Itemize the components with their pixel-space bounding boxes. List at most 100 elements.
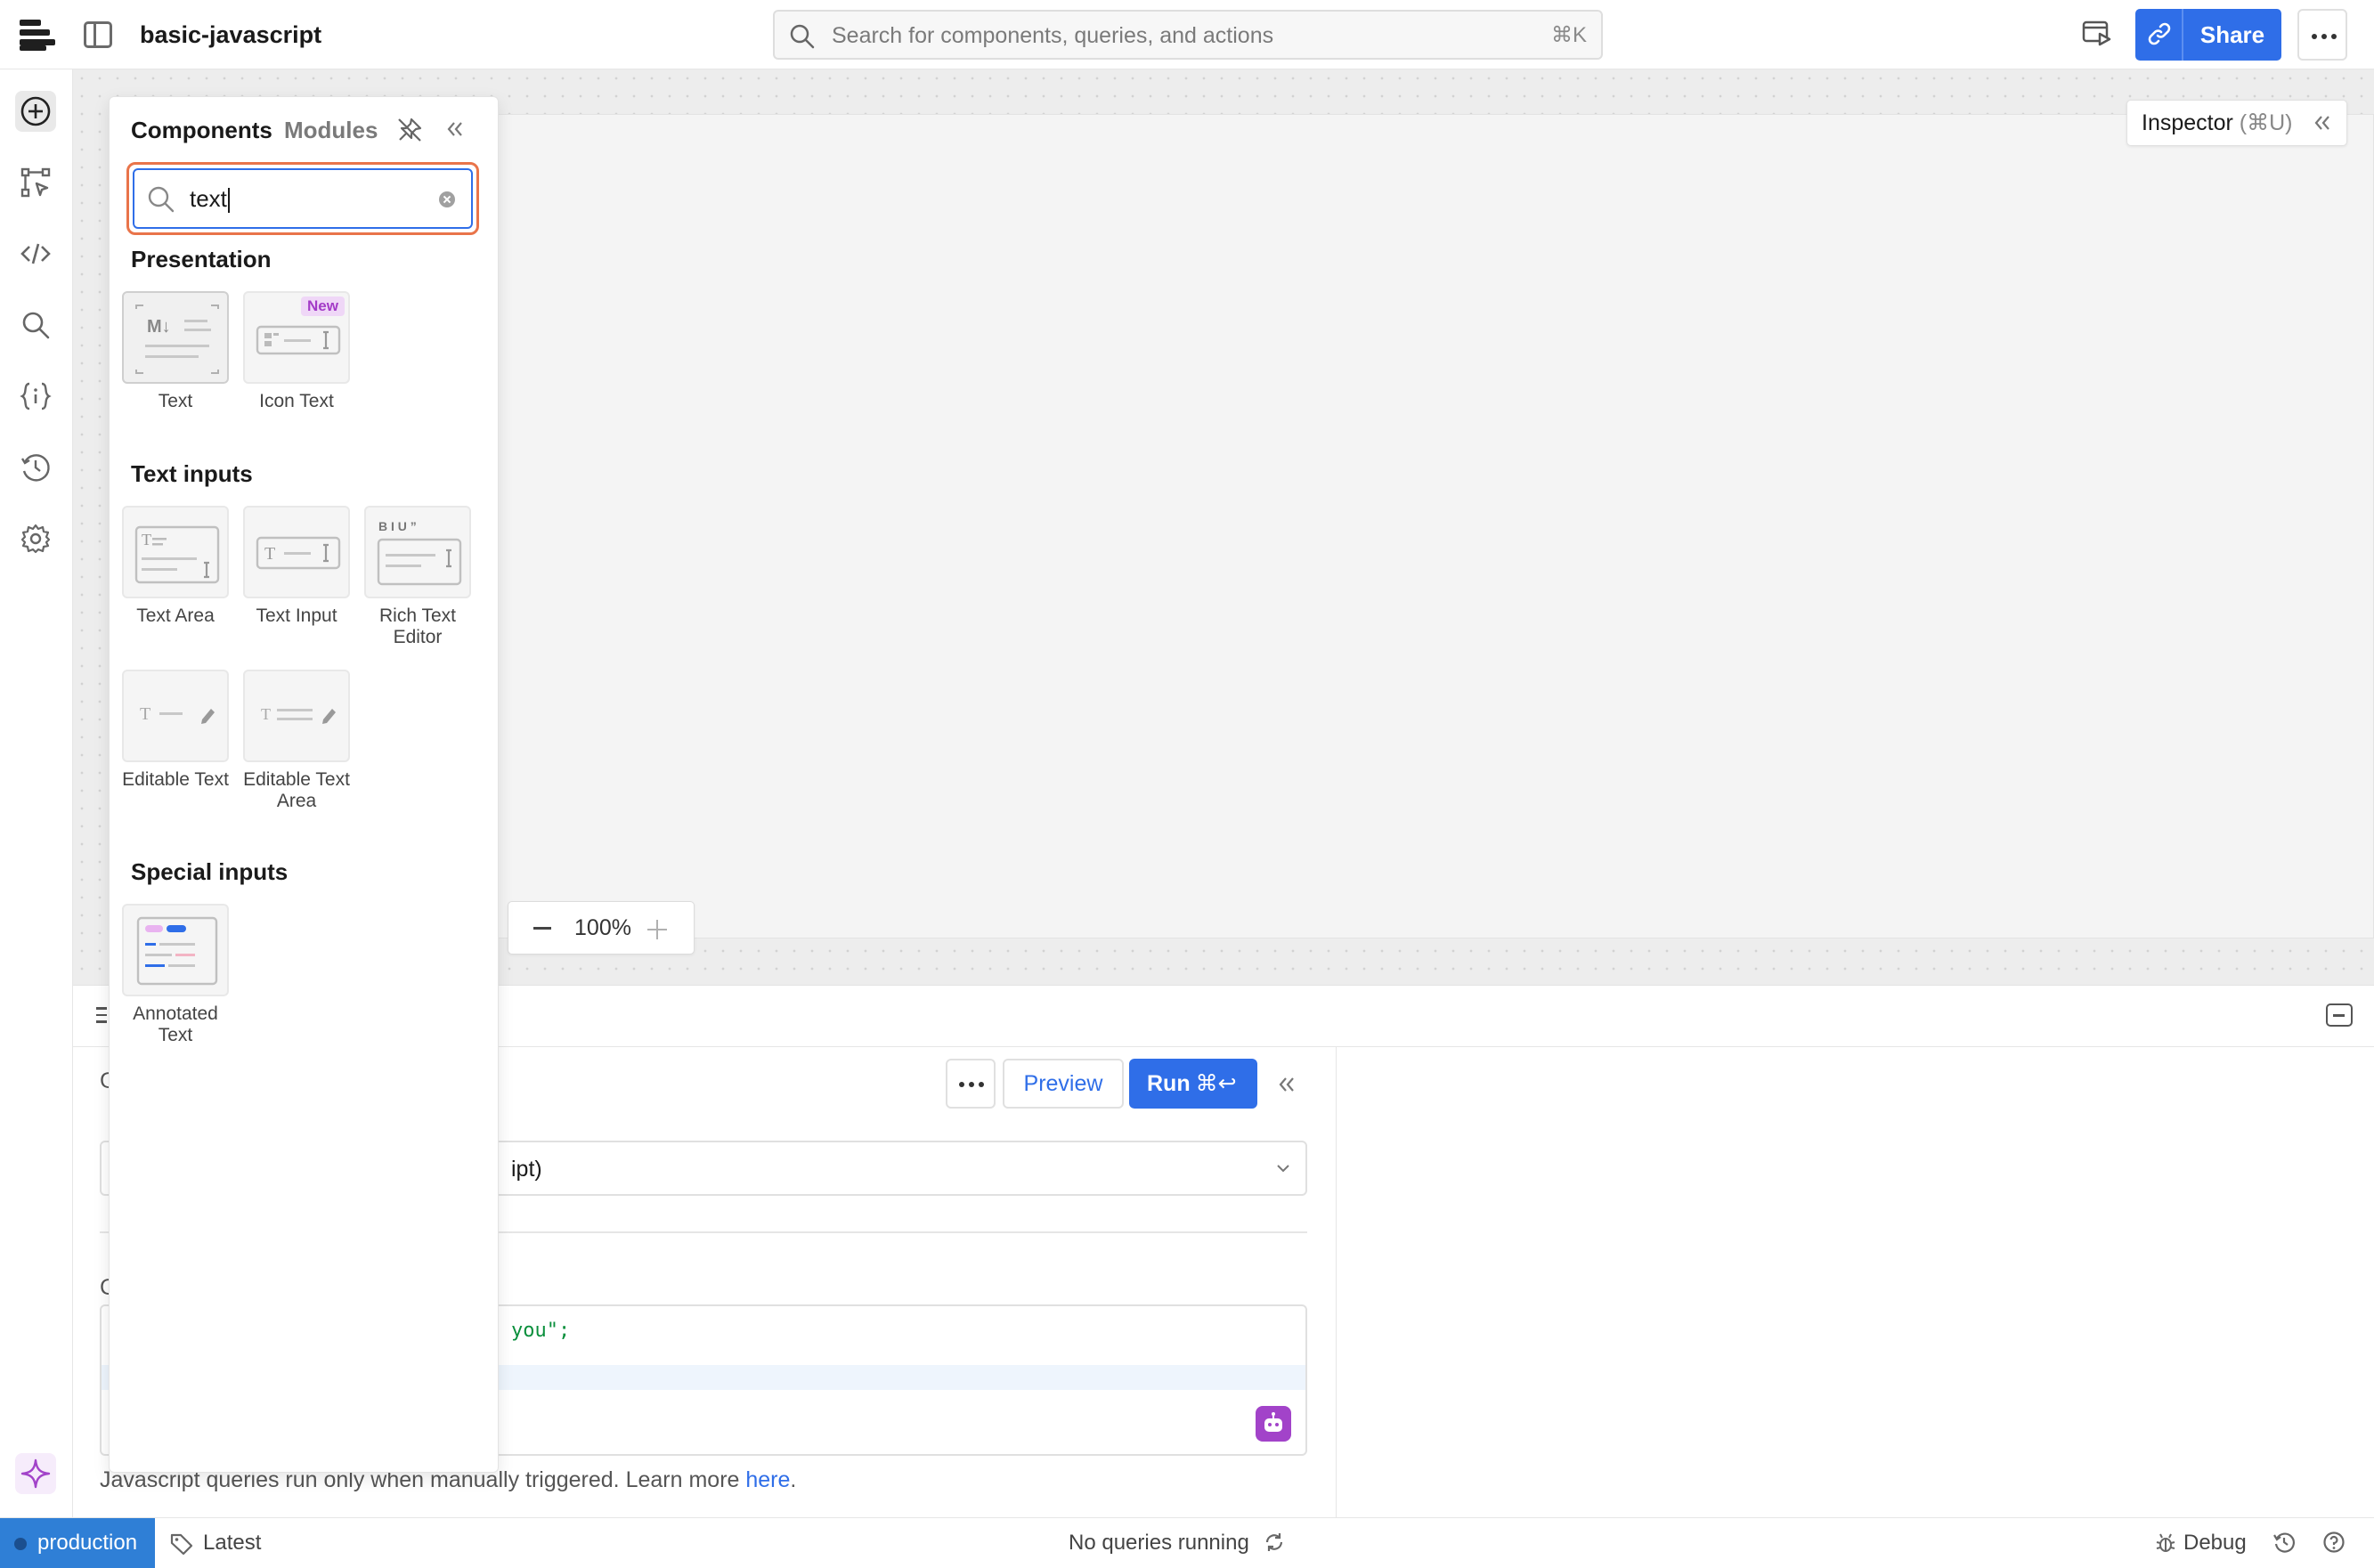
section-title-special-inputs: Special inputs (131, 858, 289, 885)
settings-gear-icon[interactable] (15, 518, 56, 559)
component-search-input[interactable]: text (133, 168, 473, 229)
debug-label: Debug (2183, 1531, 2247, 1555)
tab-components[interactable]: Components (131, 115, 272, 145)
section-title-presentation: Presentation (131, 246, 272, 272)
status-bar: production Latest No queries running Deb… (0, 1517, 2374, 1568)
rich-text-editor-icon: B I U ” (377, 519, 462, 586)
retool-logo-icon[interactable] (20, 18, 55, 52)
text-input-icon: T (256, 536, 341, 570)
debug-button[interactable]: Debug (2155, 1530, 2247, 1556)
clear-search-icon[interactable] (439, 191, 455, 207)
svg-text:T: T (140, 704, 150, 724)
component-thumbnail: B I U ” (364, 506, 471, 598)
chevron-down-icon (1275, 1162, 1291, 1174)
component-thumbnail: New (243, 291, 350, 384)
history-icon[interactable] (15, 447, 56, 488)
component-label: Text Area (136, 605, 215, 626)
environment-switcher[interactable]: production (0, 1518, 155, 1568)
preview-button[interactable]: Preview (1003, 1059, 1124, 1109)
component-thumbnail: T (122, 506, 229, 598)
component-thumbnail: M↓ (122, 291, 229, 384)
component-label: Text (158, 391, 193, 411)
code-string: you"; (511, 1320, 571, 1342)
component-label: Annotated Text (133, 1003, 218, 1045)
component-label: Icon Text (259, 391, 334, 411)
divider (1336, 1047, 1337, 1518)
component-label: Editable Text (122, 769, 229, 790)
help-text-suffix: . (790, 1467, 797, 1492)
chevrons-left-icon (2313, 113, 2332, 133)
zoom-out-button[interactable] (533, 927, 551, 930)
text-area-icon: T (134, 525, 220, 584)
version-selector[interactable]: Latest (169, 1530, 261, 1556)
svg-text:T: T (261, 705, 271, 723)
add-component-icon[interactable] (15, 91, 56, 132)
search-icon (789, 23, 816, 50)
refresh-icon[interactable] (1263, 1531, 1286, 1554)
component-thumbnail: T (243, 506, 350, 598)
ai-assist-sparkle-icon[interactable] (15, 1453, 56, 1494)
bug-icon (2156, 1533, 2175, 1552)
queries-status: No queries running (1069, 1531, 1249, 1555)
tag-icon (170, 1533, 193, 1556)
top-bar: basic-javascript Search for components, … (0, 0, 2374, 69)
query-list-toggle-icon[interactable] (96, 1007, 107, 1028)
more-options-button[interactable] (2297, 9, 2347, 61)
history-icon[interactable] (2272, 1531, 2296, 1554)
markdown-icon: M↓ (135, 305, 219, 374)
component-search-focus-ring: text (126, 162, 479, 235)
left-nav-rail (0, 69, 73, 1517)
share-button[interactable]: Share (2183, 9, 2281, 61)
code-icon[interactable] (15, 233, 56, 274)
component-thumbnail: T (122, 670, 229, 762)
annotated-text-icon (136, 916, 218, 986)
code-line: you"; (511, 1319, 570, 1344)
version-label: Latest (203, 1531, 262, 1555)
zoom-in-button[interactable] (647, 920, 667, 939)
component-tree-icon[interactable] (15, 162, 56, 203)
help-icon[interactable] (2322, 1531, 2346, 1554)
inspector-label: Inspector (2142, 110, 2233, 135)
component-thumbnail (122, 904, 229, 996)
tab-modules[interactable]: Modules (284, 115, 378, 145)
component-label: Rich Text Editor (379, 605, 456, 647)
new-badge: New (301, 297, 345, 316)
collapse-panel-icon[interactable] (444, 118, 466, 140)
run-shortcut: ⌘↩ (1195, 1071, 1237, 1096)
query-more-options-button[interactable] (946, 1059, 996, 1109)
svg-text:T: T (264, 544, 275, 564)
zoom-level: 100% (574, 915, 631, 940)
share-button-group: Share (2135, 9, 2281, 61)
app-title[interactable]: basic-javascript (140, 18, 321, 52)
global-search-input[interactable]: Search for components, queries, and acti… (773, 10, 1603, 60)
inspector-shortcut: (⌘U) (2239, 110, 2293, 135)
panel-layout-icon[interactable] (84, 21, 112, 48)
editable-text-icon: T (140, 704, 215, 724)
app-canvas[interactable] (461, 114, 2374, 938)
environment-label: production (37, 1531, 138, 1555)
zoom-control: 100% (508, 901, 695, 955)
collapse-editor-icon[interactable] (1277, 1075, 1297, 1094)
search-shortcut: ⌘K (1550, 23, 1587, 47)
run-button[interactable]: Run ⌘↩ (1129, 1059, 1257, 1109)
unpin-icon[interactable] (396, 117, 423, 143)
svg-text:M↓: M↓ (147, 317, 171, 337)
search-placeholder: Search for components, queries, and acti… (832, 23, 1274, 48)
learn-more-link[interactable]: here (745, 1467, 790, 1492)
editable-text-area-icon: T (261, 705, 336, 724)
svg-text:B I U ”: B I U ” (378, 519, 417, 533)
run-label: Run (1147, 1071, 1191, 1096)
copy-link-button[interactable] (2135, 9, 2183, 61)
environment-dot (14, 1538, 27, 1550)
section-title-text-inputs: Text inputs (131, 460, 253, 487)
component-label: Text Input (256, 605, 337, 626)
preview-app-icon[interactable] (2082, 20, 2112, 48)
components-panel: Components Modules text Presentation M↓ … (109, 96, 499, 1473)
ai-assistant-button[interactable] (1256, 1406, 1291, 1442)
inspector-toggle-button[interactable]: Inspector (⌘U) (2126, 100, 2347, 146)
component-search-value: text (190, 185, 227, 212)
state-variables-icon[interactable] (15, 376, 56, 417)
minimize-panel-icon[interactable] (2326, 1003, 2353, 1027)
search-icon[interactable] (15, 305, 56, 345)
resource-select-value: ipt) (511, 1157, 542, 1182)
